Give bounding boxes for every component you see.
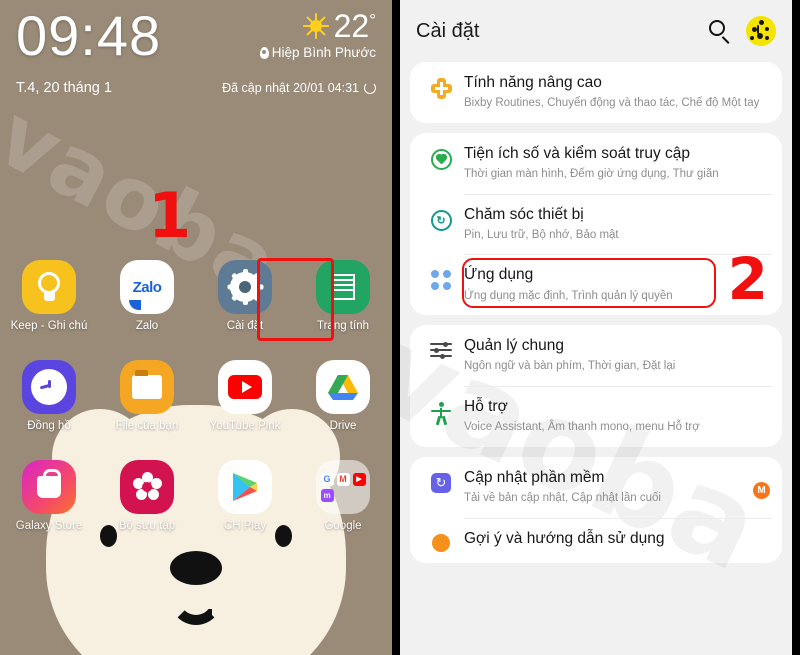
- app-label: YouTube Pink: [209, 420, 281, 432]
- settings-item-device-care[interactable]: ↻ Chăm sóc thiết bị Pin, Lưu trữ, Bộ nhớ…: [410, 193, 782, 255]
- settings-screen-panel: vaoba Cài đặt Tính năng nâng cao Bixby R…: [392, 0, 792, 655]
- step-marker-2: 2: [727, 245, 768, 314]
- software-update-icon: ↻: [418, 468, 464, 493]
- app-gallery[interactable]: Bộ sưu tập: [98, 452, 196, 532]
- weather-updated: Đã cập nhật 20/01 04:31: [222, 81, 376, 95]
- my-files-folder-icon: [120, 360, 174, 414]
- location-name: Hiệp Bình Phước: [271, 45, 376, 60]
- profile-avatar-icon[interactable]: [746, 16, 776, 46]
- app-label: Galaxy Store: [15, 520, 83, 532]
- settings-group-2: Tiện ích số và kiểm soát truy cập Thời g…: [410, 132, 782, 316]
- update-badge: M: [753, 481, 770, 499]
- item-desc: Bixby Routines, Chuyển động và thao tác,…: [464, 97, 760, 110]
- apps-grid-icon: [418, 265, 464, 291]
- refresh-icon[interactable]: [364, 82, 376, 94]
- google-folder-icon: G M ▶ m: [316, 460, 370, 514]
- app-zalo[interactable]: Zalo Zalo: [98, 252, 196, 332]
- app-label: Keep - Ghi chú: [10, 320, 88, 332]
- page-title: Cài đặt: [416, 19, 480, 42]
- item-desc: Ứng dụng mặc định, Trình quản lý quyền: [464, 289, 673, 302]
- settings-item-apps[interactable]: Ứng dụng Ứng dụng mặc định, Trình quản l…: [410, 250, 782, 315]
- item-title: Cập nhật phần mềm: [464, 468, 605, 486]
- app-label: Drive: [329, 420, 357, 432]
- app-youtube[interactable]: YouTube Pink: [196, 352, 294, 432]
- bear-nose-shape: [170, 551, 222, 585]
- device-care-icon: ↻: [418, 205, 464, 231]
- item-desc: Ngôn ngữ và bàn phím, Thời gian, Đặt lại: [464, 360, 676, 373]
- item-title: Tính năng nâng cao: [464, 74, 602, 91]
- app-my-files[interactable]: File của bạn: [98, 352, 196, 432]
- item-title: Chăm sóc thiết bị: [464, 205, 584, 223]
- app-galaxy-store[interactable]: Galaxy Store: [0, 452, 98, 532]
- clock-date: T.4, 20 tháng 1: [16, 80, 112, 96]
- item-desc: Voice Assistant, Âm thanh mono, menu Hỗ …: [464, 421, 700, 434]
- clock-time: 09:48: [16, 4, 162, 67]
- settings-group-4: ↻ Cập nhật phần mềm Tải về bản cập nhật,…: [410, 456, 782, 563]
- app-clock[interactable]: Đồng hồ: [0, 352, 98, 432]
- app-play-store[interactable]: CH Play: [196, 452, 294, 532]
- app-label: Google: [324, 520, 362, 532]
- keep-note-icon: [22, 260, 76, 314]
- item-desc: Tải về bản cập nhật, Cập nhật lần cuối: [464, 492, 661, 505]
- home-screen-panel: vaoba 09:48 22° Hiệp Bình Phước T.4, 20 …: [0, 0, 392, 655]
- clock-weather-widget[interactable]: 09:48 22° Hiệp Bình Phước T.4, 20 tháng …: [0, 8, 392, 96]
- accessibility-icon: [418, 397, 464, 426]
- search-icon[interactable]: [706, 17, 734, 45]
- zalo-icon: Zalo: [120, 260, 174, 314]
- app-row-2: Đồng hồ File của bạn YouTube Pink Drive: [0, 352, 392, 432]
- youtube-icon: [218, 360, 272, 414]
- app-drive[interactable]: Drive: [294, 352, 392, 432]
- clock-icon: [22, 360, 76, 414]
- settings-item-accessibility[interactable]: Hỗ trợ Voice Assistant, Âm thanh mono, m…: [410, 386, 782, 447]
- settings-item-advanced-features[interactable]: Tính năng nâng cao Bixby Routines, Chuyể…: [410, 62, 782, 123]
- google-search-mini-icon: G: [320, 472, 334, 486]
- highlight-box-settings-app: [257, 258, 334, 341]
- weather-updated-text: Đã cập nhật 20/01 04:31: [222, 81, 359, 95]
- messenger-mini-icon: m: [320, 488, 334, 502]
- app-keep-note[interactable]: Keep - Ghi chú: [0, 252, 98, 332]
- settings-group-3: Quản lý chung Ngôn ngữ và bàn phím, Thời…: [410, 325, 782, 447]
- general-management-icon: [418, 336, 464, 359]
- galaxy-store-bag-icon: [22, 460, 76, 514]
- item-desc: Thời gian màn hình, Đếm giờ ứng dụng, Th…: [464, 167, 719, 180]
- settings-header: Cài đặt: [400, 0, 792, 62]
- app-google-folder[interactable]: G M ▶ m Google: [294, 452, 392, 532]
- app-row-3: Galaxy Store Bộ sưu tập CH Play G M ▶ m …: [0, 452, 392, 532]
- advanced-features-icon: [418, 73, 464, 99]
- settings-item-general-management[interactable]: Quản lý chung Ngôn ngữ và bàn phím, Thời…: [410, 325, 782, 386]
- app-label: Bộ sưu tập: [118, 520, 176, 532]
- item-title: Ứng dụng: [464, 266, 534, 284]
- item-title: Hỗ trợ: [464, 398, 508, 416]
- item-title: Quản lý chung: [464, 337, 564, 355]
- item-desc: Pin, Lưu trữ, Bộ nhớ, Bảo mật: [464, 228, 619, 241]
- app-label: Zalo: [135, 320, 159, 332]
- gmail-mini-icon: M: [336, 472, 350, 486]
- settings-item-digital-wellbeing[interactable]: Tiện ích số và kiểm soát truy cập Thời g…: [410, 133, 782, 194]
- tips-icon: [418, 529, 464, 552]
- temperature-value: 22°: [333, 8, 376, 44]
- sun-weather-icon: [302, 13, 329, 39]
- step-marker-1: 1: [148, 179, 192, 252]
- item-title: Gợi ý và hướng dẫn sử dụng: [464, 529, 665, 547]
- settings-item-software-update[interactable]: ↻ Cập nhật phần mềm Tải về bản cập nhật,…: [410, 457, 782, 518]
- location-pin-icon: [259, 46, 269, 59]
- screenshot-root: vaoba 09:48 22° Hiệp Bình Phước T.4, 20 …: [0, 0, 800, 655]
- youtube-mini-icon: ▶: [352, 472, 366, 486]
- google-drive-icon: [316, 360, 370, 414]
- item-title: Tiện ích số và kiểm soát truy cập: [464, 144, 690, 162]
- digital-wellbeing-icon: [418, 144, 464, 170]
- app-label: File của bạn: [115, 420, 179, 432]
- settings-group-1: Tính năng nâng cao Bixby Routines, Chuyể…: [410, 62, 782, 123]
- play-store-icon: [218, 460, 272, 514]
- settings-item-tips[interactable]: Gợi ý và hướng dẫn sử dụng: [410, 517, 782, 563]
- gallery-flower-icon: [120, 460, 174, 514]
- weather-location: Hiệp Bình Phước: [259, 45, 376, 60]
- app-label: Đồng hồ: [27, 420, 71, 432]
- app-label: CH Play: [223, 520, 267, 532]
